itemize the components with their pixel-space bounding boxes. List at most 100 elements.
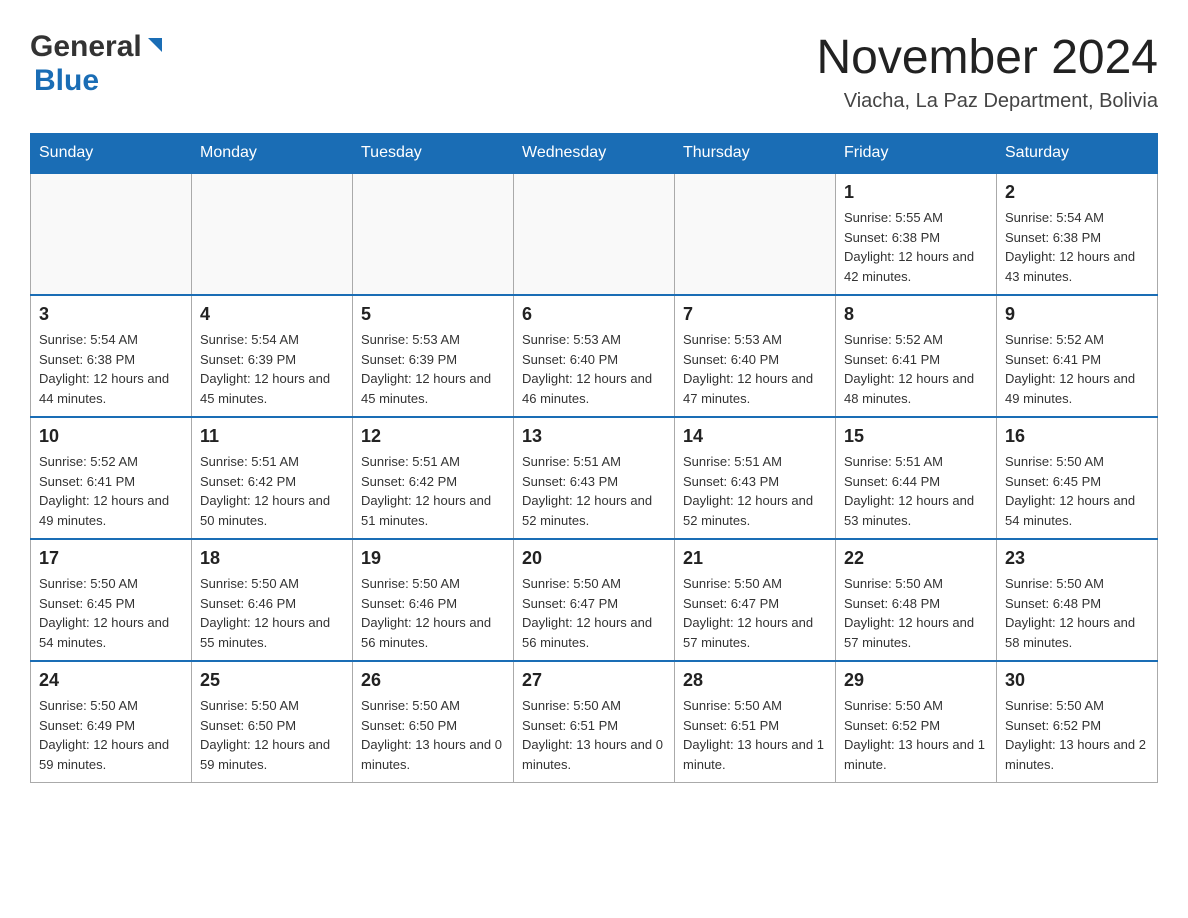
day-number: 7 [683,304,827,325]
day-number: 9 [1005,304,1149,325]
calendar-body: 1 Sunrise: 5:55 AMSunset: 6:38 PMDaylight… [31,173,1158,783]
calendar-cell: 18 Sunrise: 5:50 AMSunset: 6:46 PMDayligh… [192,539,353,661]
calendar-cell: 5 Sunrise: 5:53 AMSunset: 6:39 PMDaylight… [353,295,514,417]
weekday-header-saturday: Saturday [997,134,1158,174]
calendar-cell: 30 Sunrise: 5:50 AMSunset: 6:52 PMDayligh… [997,661,1158,783]
day-number: 10 [39,426,183,447]
calendar-cell: 4 Sunrise: 5:54 AMSunset: 6:39 PMDaylight… [192,295,353,417]
day-number: 28 [683,670,827,691]
page-header: General Blue November 2024 Viacha, La Pa… [30,30,1158,113]
day-number: 13 [522,426,666,447]
calendar-cell: 16 Sunrise: 5:50 AMSunset: 6:45 PMDayligh… [997,417,1158,539]
calendar-cell: 29 Sunrise: 5:50 AMSunset: 6:52 PMDayligh… [836,661,997,783]
day-number: 15 [844,426,988,447]
calendar-cell: 8 Sunrise: 5:52 AMSunset: 6:41 PMDaylight… [836,295,997,417]
day-number: 5 [361,304,505,325]
calendar-cell: 22Sunrise: 5:50 AMSunset: 6:48 PMDayligh… [836,539,997,661]
logo-blue-text: Blue [34,64,99,97]
day-number: 1 [844,182,988,203]
calendar-cell: 27 Sunrise: 5:50 AMSunset: 6:51 PMDayligh… [514,661,675,783]
calendar-cell [31,173,192,295]
day-info: Sunrise: 5:54 AMSunset: 6:38 PMDaylight:… [1005,208,1149,286]
day-number: 25 [200,670,344,691]
calendar-cell: 28Sunrise: 5:50 AMSunset: 6:51 PMDayligh… [675,661,836,783]
day-info: Sunrise: 5:54 AMSunset: 6:39 PMDaylight:… [200,330,344,408]
day-info: Sunrise: 5:50 AMSunset: 6:46 PMDaylight:… [361,574,505,652]
calendar-cell: 1 Sunrise: 5:55 AMSunset: 6:38 PMDaylight… [836,173,997,295]
calendar-cell: 23 Sunrise: 5:50 AMSunset: 6:48 PMDayligh… [997,539,1158,661]
day-info: Sunrise: 5:50 AMSunset: 6:49 PMDaylight:… [39,696,183,774]
day-number: 6 [522,304,666,325]
weekday-header-wednesday: Wednesday [514,134,675,174]
calendar-cell: 25Sunrise: 5:50 AMSunset: 6:50 PMDayligh… [192,661,353,783]
logo-general-text: General [30,30,142,64]
day-number: 3 [39,304,183,325]
day-number: 22 [844,548,988,569]
day-number: 30 [1005,670,1149,691]
calendar-cell: 17Sunrise: 5:50 AMSunset: 6:45 PMDayligh… [31,539,192,661]
calendar-cell: 21Sunrise: 5:50 AMSunset: 6:47 PMDayligh… [675,539,836,661]
day-info: Sunrise: 5:50 AMSunset: 6:46 PMDaylight:… [200,574,344,652]
day-info: Sunrise: 5:53 AMSunset: 6:40 PMDaylight:… [522,330,666,408]
logo-triangle-icon [144,34,166,56]
calendar-cell [192,173,353,295]
day-number: 16 [1005,426,1149,447]
calendar-week-3: 10 Sunrise: 5:52 AMSunset: 6:41 PMDayligh… [31,417,1158,539]
calendar-cell: 9 Sunrise: 5:52 AMSunset: 6:41 PMDaylight… [997,295,1158,417]
calendar-cell: 14Sunrise: 5:51 AMSunset: 6:43 PMDayligh… [675,417,836,539]
day-number: 20 [522,548,666,569]
day-info: Sunrise: 5:53 AMSunset: 6:39 PMDaylight:… [361,330,505,408]
day-info: Sunrise: 5:50 AMSunset: 6:48 PMDaylight:… [1005,574,1149,652]
calendar-week-4: 17Sunrise: 5:50 AMSunset: 6:45 PMDayligh… [31,539,1158,661]
calendar-cell: 12Sunrise: 5:51 AMSunset: 6:42 PMDayligh… [353,417,514,539]
calendar-header: SundayMondayTuesdayWednesdayThursdayFrid… [31,134,1158,174]
calendar-week-1: 1 Sunrise: 5:55 AMSunset: 6:38 PMDaylight… [31,173,1158,295]
weekday-header-friday: Friday [836,134,997,174]
calendar-cell: 13 Sunrise: 5:51 AMSunset: 6:43 PMDayligh… [514,417,675,539]
day-number: 4 [200,304,344,325]
calendar-cell: 19Sunrise: 5:50 AMSunset: 6:46 PMDayligh… [353,539,514,661]
day-info: Sunrise: 5:54 AMSunset: 6:38 PMDaylight:… [39,330,183,408]
day-info: Sunrise: 5:52 AMSunset: 6:41 PMDaylight:… [39,452,183,530]
day-info: Sunrise: 5:51 AMSunset: 6:42 PMDaylight:… [200,452,344,530]
day-number: 26 [361,670,505,691]
day-info: Sunrise: 5:50 AMSunset: 6:50 PMDaylight:… [361,696,505,774]
day-info: Sunrise: 5:51 AMSunset: 6:43 PMDaylight:… [522,452,666,530]
day-info: Sunrise: 5:50 AMSunset: 6:52 PMDaylight:… [1005,696,1149,774]
calendar-cell: 6 Sunrise: 5:53 AMSunset: 6:40 PMDaylight… [514,295,675,417]
day-info: Sunrise: 5:51 AMSunset: 6:43 PMDaylight:… [683,452,827,530]
calendar-cell: 24 Sunrise: 5:50 AMSunset: 6:49 PMDayligh… [31,661,192,783]
calendar-week-2: 3 Sunrise: 5:54 AMSunset: 6:38 PMDaylight… [31,295,1158,417]
calendar-cell: 15 Sunrise: 5:51 AMSunset: 6:44 PMDayligh… [836,417,997,539]
day-number: 12 [361,426,505,447]
calendar-cell: 2 Sunrise: 5:54 AMSunset: 6:38 PMDaylight… [997,173,1158,295]
day-info: Sunrise: 5:51 AMSunset: 6:44 PMDaylight:… [844,452,988,530]
calendar-week-5: 24 Sunrise: 5:50 AMSunset: 6:49 PMDayligh… [31,661,1158,783]
calendar-cell: 26 Sunrise: 5:50 AMSunset: 6:50 PMDayligh… [353,661,514,783]
day-number: 29 [844,670,988,691]
day-number: 2 [1005,182,1149,203]
day-number: 11 [200,426,344,447]
weekday-row: SundayMondayTuesdayWednesdayThursdayFrid… [31,134,1158,174]
day-number: 24 [39,670,183,691]
calendar-cell: 11 Sunrise: 5:51 AMSunset: 6:42 PMDayligh… [192,417,353,539]
day-info: Sunrise: 5:50 AMSunset: 6:51 PMDaylight:… [522,696,666,774]
day-info: Sunrise: 5:52 AMSunset: 6:41 PMDaylight:… [844,330,988,408]
calendar-cell [514,173,675,295]
day-info: Sunrise: 5:50 AMSunset: 6:45 PMDaylight:… [1005,452,1149,530]
logo: General Blue [30,30,166,98]
day-info: Sunrise: 5:52 AMSunset: 6:41 PMDaylight:… [1005,330,1149,408]
weekday-header-sunday: Sunday [31,134,192,174]
day-info: Sunrise: 5:55 AMSunset: 6:38 PMDaylight:… [844,208,988,286]
weekday-header-monday: Monday [192,134,353,174]
day-number: 8 [844,304,988,325]
weekday-header-tuesday: Tuesday [353,134,514,174]
day-number: 23 [1005,548,1149,569]
calendar-cell: 10 Sunrise: 5:52 AMSunset: 6:41 PMDayligh… [31,417,192,539]
day-number: 18 [200,548,344,569]
day-info: Sunrise: 5:50 AMSunset: 6:52 PMDaylight:… [844,696,988,774]
day-info: Sunrise: 5:50 AMSunset: 6:47 PMDaylight:… [683,574,827,652]
calendar-cell [353,173,514,295]
month-title: November 2024 [816,30,1158,85]
day-number: 27 [522,670,666,691]
